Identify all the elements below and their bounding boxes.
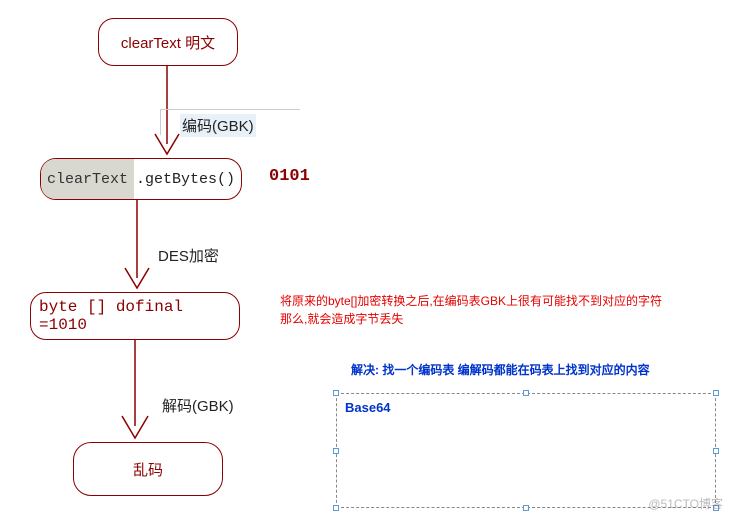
resize-handle[interactable] — [523, 505, 529, 511]
node-cleartext-label: clearText 明文 — [121, 32, 215, 53]
node-garbled-label: 乱码 — [133, 459, 163, 480]
node-garbled: 乱码 — [73, 442, 223, 496]
resize-handle[interactable] — [333, 448, 339, 454]
red-annotation-line2: 那么,就会造成字节丢失 — [280, 310, 720, 328]
solution-box[interactable] — [336, 393, 716, 508]
arrow-2 — [120, 200, 160, 292]
edge2-label: DES加密 — [158, 245, 219, 266]
resize-handle[interactable] — [713, 390, 719, 396]
resize-handle[interactable] — [523, 390, 529, 396]
resize-handle[interactable] — [333, 390, 339, 396]
solution-text: Base64 — [345, 400, 391, 415]
node-getbytes-rest: .getBytes() — [134, 171, 235, 188]
red-annotation-line1: 将原来的byte[]加密转换之后,在编码表GBK上很有可能找不到对应的字符 — [280, 292, 720, 310]
red-annotation: 将原来的byte[]加密转换之后,在编码表GBK上很有可能找不到对应的字符 那么… — [280, 292, 720, 328]
node-getbytes: clearText .getBytes() — [40, 158, 242, 200]
node-dofinal-label: byte [] dofinal =1010 — [39, 298, 231, 334]
node-getbytes-highlight: clearText — [41, 159, 134, 199]
edge3-label: 解码(GBK) — [162, 395, 234, 416]
binary-0101: 0101 — [269, 167, 310, 186]
node-cleartext: clearText 明文 — [98, 18, 238, 66]
node-dofinal: byte [] dofinal =1010 — [30, 292, 240, 340]
resize-handle[interactable] — [713, 448, 719, 454]
arrow-3 — [110, 340, 160, 440]
blue-annotation: 解决: 找一个编码表 编解码都能在码表上找到对应的内容 — [351, 361, 650, 378]
watermark: @51CTO博客 — [648, 495, 723, 512]
resize-handle[interactable] — [333, 505, 339, 511]
edge1-label: 编码(GBK) — [180, 114, 256, 137]
